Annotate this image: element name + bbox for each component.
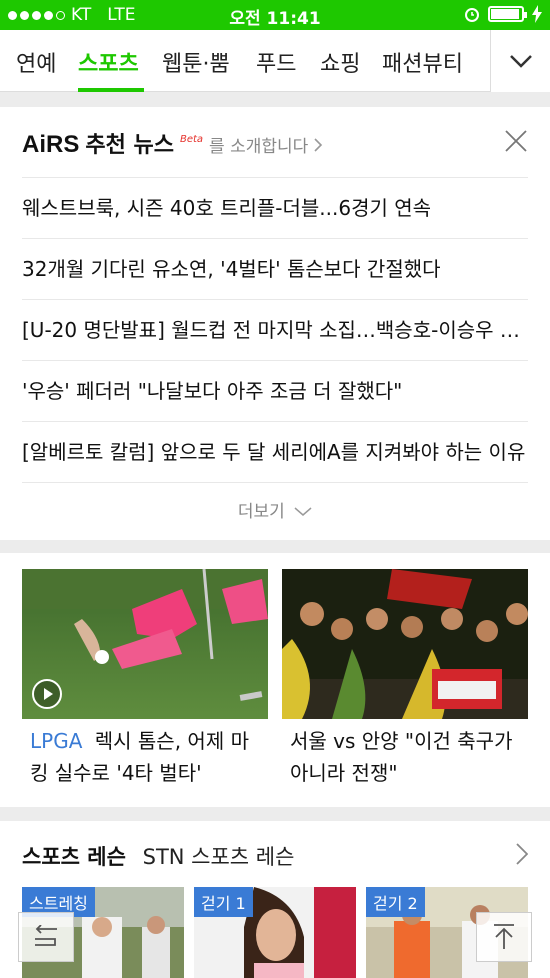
close-icon[interactable] [504,129,528,153]
play-video-icon[interactable] [32,679,62,709]
golf-photo[interactable] [22,569,268,719]
tab-webtoon[interactable]: 웹툰·뿜 [162,46,230,78]
airs-logo: AiRS [22,131,80,158]
tab-entertainment[interactable]: 연예 [16,46,56,78]
scroll-top-button[interactable] [476,912,532,962]
photo-news-title[interactable]: LPGA 렉시 톰슨, 어제 마킹 실수로 '4타 벌타' [30,725,260,789]
photo-news-title-text: 서울 vs 안양 "이건 축구가 아니라 전쟁" [290,729,513,785]
sports-lesson-card: 스포츠 레슨 STN 스포츠 레슨 스트레칭 걷기 1 걷기 2 [0,821,550,978]
alarm-icon [465,8,479,22]
chevron-right-icon [314,138,323,152]
chevron-right-icon[interactable] [516,843,528,865]
airs-recommend-card: AiRS 추천 뉴스 Beta 를 소개합니다 웨스트브룩, 시즌 40호 트리… [0,107,550,540]
photo-news-card: LPGA 렉시 톰슨, 어제 마킹 실수로 '4타 벌타' 서울 vs 안양 "… [0,553,550,807]
tab-shopping[interactable]: 쇼핑 [320,46,360,78]
news-item[interactable]: [U-20 명단발표] 월드컵 전 마지막 소집…백승호-이승우 포함 [22,299,528,360]
news-tag: LPGA [30,729,83,753]
chevron-down-icon [509,55,532,68]
tab-sports[interactable]: 스포츠 [78,46,139,78]
news-item[interactable]: '우승' 페더러 "나달보다 아주 조금 더 잘했다" [22,360,528,421]
battery-icon [488,6,527,22]
more-label: 더보기 [237,502,285,522]
category-tabbar: 연예 스포츠 웹툰·뿜 푸드 쇼핑 패션뷰티 [0,30,550,92]
airs-title: 추천 뉴스 [85,133,174,158]
lesson-title: 스포츠 레슨 [22,845,126,869]
chevron-down-icon [294,507,312,516]
beta-badge: Beta [179,134,204,145]
arrow-up-icon [494,924,514,949]
football-celebration-photo[interactable] [282,569,528,719]
airs-header[interactable]: AiRS 추천 뉴스 Beta 를 소개합니다 [22,127,323,159]
news-item[interactable]: 32개월 기다린 유소연, '4벌타' 톰슨보다 간절했다 [22,238,528,299]
lesson-source: STN 스포츠 레슨 [142,845,295,869]
news-list: 웨스트브룩, 시즌 40호 트리플-더블...6경기 연속 32개월 기다린 유… [22,177,528,482]
charging-icon [532,5,542,23]
tab-fashion-beauty[interactable]: 패션뷰티 [382,46,463,78]
lesson-thumb[interactable]: 걷기 1 [194,887,356,978]
share-arrow-icon [35,925,57,946]
lesson-header[interactable]: 스포츠 레슨 STN 스포츠 레슨 [22,841,294,871]
expand-tabs-button[interactable] [490,30,550,92]
share-button[interactable] [18,912,74,962]
photo-news-title[interactable]: 서울 vs 안양 "이건 축구가 아니라 전쟁" [290,725,520,789]
airs-subtitle: 를 소개합니다 [209,137,309,157]
status-bar: KT LTE 오전 11:41 [0,0,550,30]
tab-food[interactable]: 푸드 [256,46,296,78]
thumb-label: 걷기 1 [194,887,253,917]
thumb-label: 걷기 2 [366,887,425,917]
news-item[interactable]: [알베르토 칼럼] 앞으로 두 달 세리에A를 지켜봐야 하는 이유 [22,421,528,482]
active-tab-indicator [78,88,144,92]
news-item[interactable]: 웨스트브룩, 시즌 40호 트리플-더블...6경기 연속 [22,177,528,238]
more-button[interactable]: 더보기 [22,482,528,540]
